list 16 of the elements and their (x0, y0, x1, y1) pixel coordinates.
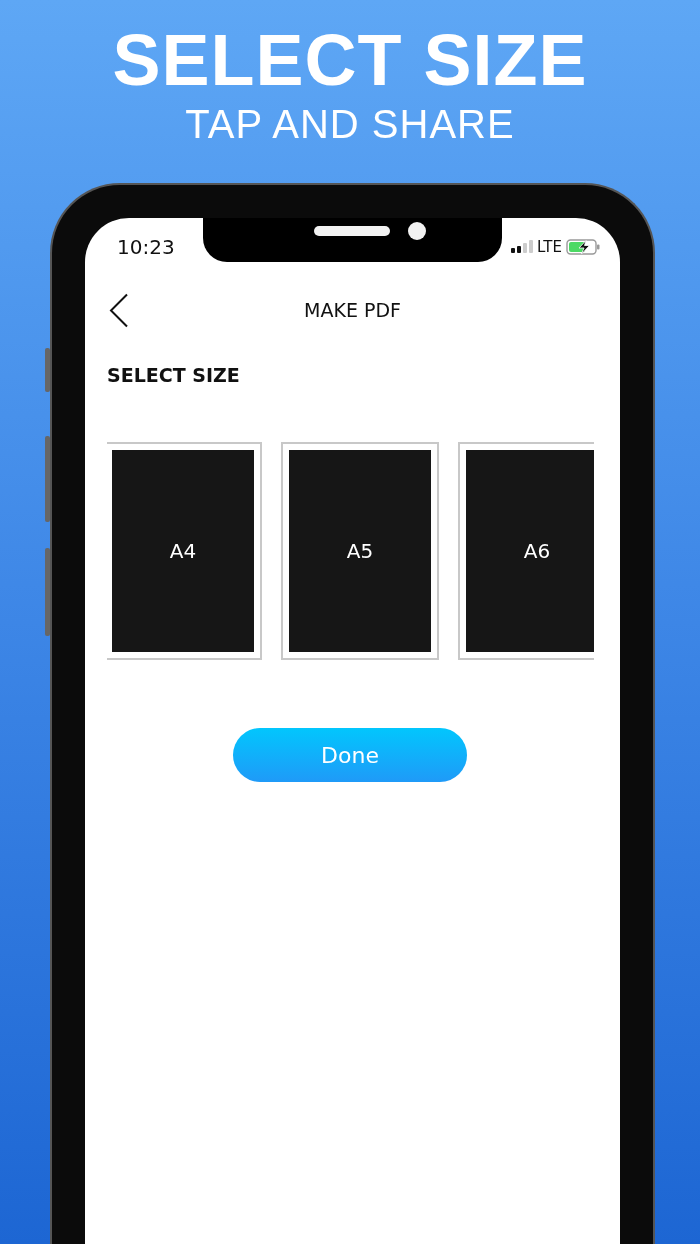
paper-size-label: A6 (523, 539, 551, 563)
paper-size-card[interactable]: A6 (458, 442, 594, 660)
camera (408, 222, 426, 240)
signal-icon (511, 239, 534, 254)
headline: SELECT SIZE (112, 20, 588, 100)
paper-size-label: A4 (169, 539, 197, 563)
paper-size-card[interactable]: A4 (107, 442, 262, 660)
paper-size-label: A5 (346, 539, 374, 563)
screen-title: MAKE PDF (304, 299, 401, 321)
network-label: LTE (537, 237, 562, 256)
battery-icon (566, 238, 600, 255)
paper-size-card[interactable]: A5 (281, 442, 439, 660)
status-time: 10:23 (117, 234, 175, 259)
subheadline: TAP AND SHARE (185, 101, 515, 148)
back-icon[interactable] (109, 292, 129, 328)
section-title: SELECT SIZE (106, 363, 241, 388)
